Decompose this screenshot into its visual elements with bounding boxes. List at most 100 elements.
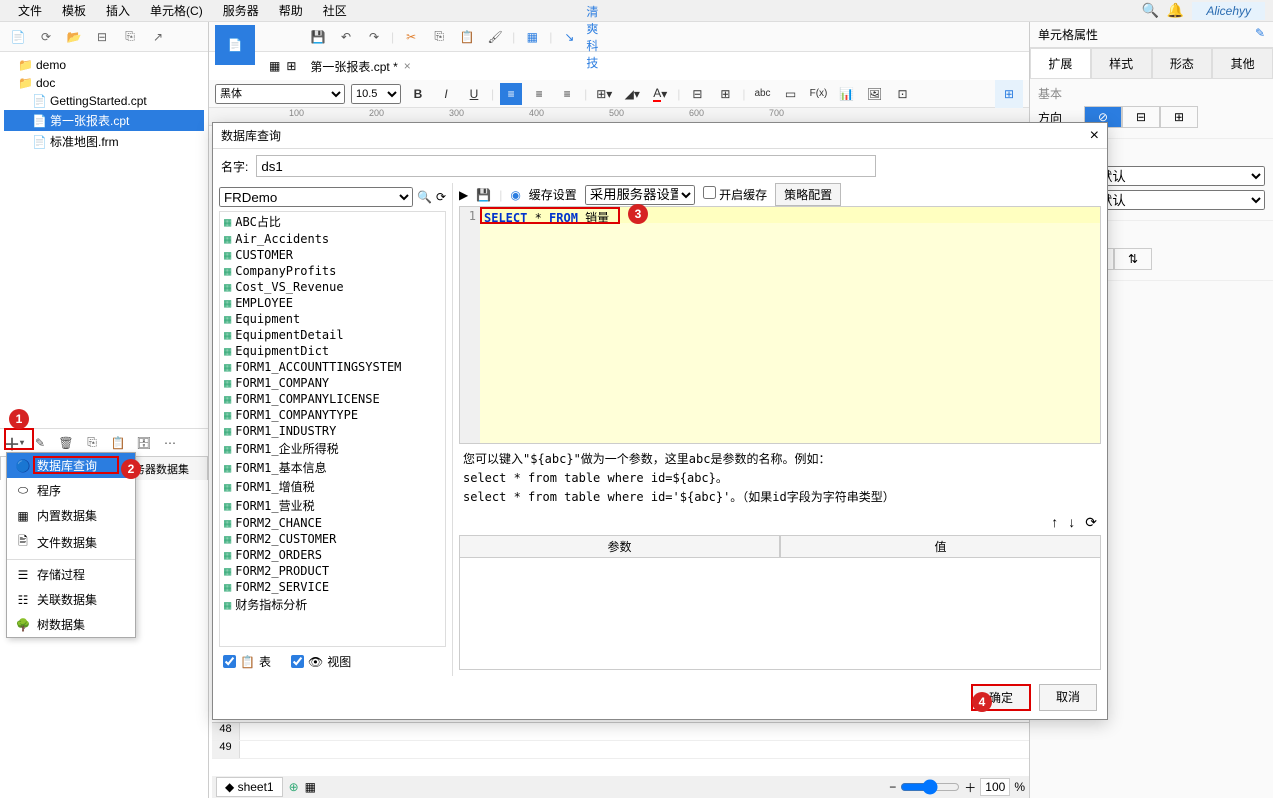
table-row[interactable]: ▦Equipment xyxy=(220,311,445,327)
tree-item[interactable]: 📄GettingStarted.cpt xyxy=(4,92,204,110)
search-icon[interactable]: 🔍 xyxy=(1141,2,1158,19)
align-center-icon[interactable]: ≡ xyxy=(528,83,550,105)
sql-run-icon[interactable]: ▶ xyxy=(459,188,468,202)
menu-template[interactable]: 模板 xyxy=(52,0,96,21)
sheet-menu-icon[interactable]: ▦ xyxy=(305,780,316,794)
table-row[interactable]: ▦EquipmentDetail xyxy=(220,327,445,343)
ds-menu-item[interactable]: ▦内置数据集 xyxy=(7,503,135,528)
align-right-icon[interactable]: ≡ xyxy=(556,83,578,105)
grid-row[interactable]: 49 xyxy=(212,741,1029,759)
param-down-icon[interactable]: ↓ xyxy=(1068,514,1075,531)
save-icon[interactable]: 💾 xyxy=(307,26,329,48)
tree-item[interactable]: 📁demo xyxy=(4,56,204,74)
zoom-out-icon[interactable]: − xyxy=(889,780,896,794)
cut-icon[interactable]: ✂ xyxy=(400,26,422,48)
ds-menu-item[interactable]: ☰存储过程 xyxy=(7,562,135,587)
chk-table[interactable]: 📋 表 xyxy=(223,653,271,670)
table-row[interactable]: ▦FORM2_ORDERS xyxy=(220,547,445,563)
sql-check-icon[interactable]: ◉ xyxy=(510,188,520,202)
menu-help[interactable]: 帮助 xyxy=(269,0,313,21)
close-tab-icon[interactable]: × xyxy=(404,59,411,73)
merge-icon[interactable]: ⊟ xyxy=(686,83,708,105)
copy-ds-icon[interactable]: ⎘ xyxy=(82,433,102,453)
pin-icon[interactable]: ✎ xyxy=(1255,26,1265,43)
ds-more-icon[interactable]: ⋯ xyxy=(160,433,180,453)
font-size-select[interactable]: 10.5 xyxy=(351,84,401,104)
paste-ds-icon[interactable]: 📋 xyxy=(108,433,128,453)
table-row[interactable]: ▦CompanyProfits xyxy=(220,263,445,279)
copy-icon[interactable]: ⎘ xyxy=(118,25,142,49)
table-row[interactable]: ▦ABC占比 xyxy=(220,212,445,231)
paste-icon[interactable]: 📋 xyxy=(456,26,478,48)
sql-save-icon[interactable]: 💾 xyxy=(476,188,491,202)
table-row[interactable]: ▦FORM2_PRODUCT xyxy=(220,563,445,579)
cache-select[interactable]: 采用服务器设置 xyxy=(585,185,695,205)
param-up-icon[interactable]: ↑ xyxy=(1051,514,1058,531)
widget-icon[interactable]: ▦ xyxy=(521,26,543,48)
table-row[interactable]: ▦CUSTOMER xyxy=(220,247,445,263)
dir-right-icon[interactable]: ⊞ xyxy=(1160,106,1198,128)
arrow-icon[interactable]: ↗ xyxy=(146,25,170,49)
open-folder-icon[interactable]: 📂 xyxy=(62,25,86,49)
table-row[interactable]: ▦财务指标分析 xyxy=(220,595,445,614)
grid-row[interactable]: 48 xyxy=(212,723,1029,741)
zoom-slider[interactable] xyxy=(900,779,960,795)
italic-icon[interactable]: I xyxy=(435,83,457,105)
table-row[interactable]: ▦FORM2_CHANCE xyxy=(220,515,445,531)
ds-menu-item[interactable]: 🖹文件数据集 xyxy=(7,528,135,557)
refresh-icon[interactable]: ⟳ xyxy=(34,25,58,49)
up-parent-select[interactable]: 默认 xyxy=(1094,190,1265,210)
cache-enable-check[interactable]: 开启缓存 xyxy=(703,186,767,203)
tree-item[interactable]: 📁doc xyxy=(4,74,204,92)
param-table[interactable] xyxy=(459,558,1101,670)
table-row[interactable]: ▦FORM1_COMPANYLICENSE xyxy=(220,391,445,407)
formula-icon[interactable]: F(x) xyxy=(808,83,830,105)
tab-form[interactable]: 形态 xyxy=(1152,48,1213,79)
datasource-select[interactable]: FRDemo xyxy=(219,187,413,207)
subform-icon[interactable]: ⊡ xyxy=(892,83,914,105)
menu-server[interactable]: 服务器 xyxy=(213,0,269,21)
cell-icon[interactable]: ▭ xyxy=(780,83,802,105)
font-color-icon[interactable]: A▾ xyxy=(649,83,671,105)
menu-insert[interactable]: 插入 xyxy=(96,0,140,21)
tab-expand[interactable]: 扩展 xyxy=(1030,48,1091,79)
table-row[interactable]: ▦FORM2_SERVICE xyxy=(220,579,445,595)
sheet-tab[interactable]: ◆ sheet1 xyxy=(216,777,283,797)
menu-file[interactable]: 文件 xyxy=(8,0,52,21)
table-row[interactable]: ▦FORM1_ACCOUNTTINGSYSTEM xyxy=(220,359,445,375)
format-paint-icon[interactable]: 🖌 xyxy=(484,26,506,48)
add-dataset-button[interactable]: ＋▾ xyxy=(4,433,24,453)
ds-search-icon[interactable]: 🔍 xyxy=(417,190,432,204)
border-icon[interactable]: ⊞▾ xyxy=(593,83,615,105)
table-row[interactable]: ▦FORM1_COMPANY xyxy=(220,375,445,391)
dir-down-icon[interactable]: ⊟ xyxy=(1122,106,1160,128)
unmerge-icon[interactable]: ⊞ xyxy=(714,83,736,105)
tab-other[interactable]: 其他 xyxy=(1212,48,1273,79)
tree-item[interactable]: 📄标准地图.frm xyxy=(4,131,204,152)
dataset-name-input[interactable] xyxy=(256,155,876,177)
align-left-icon[interactable]: ≡ xyxy=(500,83,522,105)
table-row[interactable]: ▦Cost_VS_Revenue xyxy=(220,279,445,295)
table-row[interactable]: ▦EquipmentDict xyxy=(220,343,445,359)
table-row[interactable]: ▦FORM1_增值税 xyxy=(220,477,445,496)
redo-icon[interactable]: ↷ xyxy=(363,26,385,48)
fill-color-icon[interactable]: ◢▾ xyxy=(621,83,643,105)
document-tab[interactable]: 第一张报表.cpt * × xyxy=(302,56,418,77)
ds-menu-item[interactable]: ⬭程序 xyxy=(7,478,135,503)
view1-icon[interactable]: ▦ xyxy=(269,59,280,73)
param-refresh-icon[interactable]: ⟳ xyxy=(1085,514,1097,531)
collapse-icon[interactable]: ⊟ xyxy=(90,25,114,49)
table-row[interactable]: ▦FORM1_营业税 xyxy=(220,496,445,515)
table-list[interactable]: ▦ABC占比▦Air_Accidents▦CUSTOMER▦CompanyPro… xyxy=(219,211,446,647)
table-row[interactable]: ▦FORM1_企业所得税 xyxy=(220,439,445,458)
new-file-icon[interactable]: 📄 xyxy=(6,25,30,49)
undo-icon[interactable]: ↶ xyxy=(335,26,357,48)
table-row[interactable]: ▦Air_Accidents xyxy=(220,231,445,247)
copy2-icon[interactable]: ⎘ xyxy=(428,26,450,48)
ds-menu-item[interactable]: 🔵数据库查询 xyxy=(7,453,135,478)
delete-icon[interactable]: 🗑 xyxy=(56,433,76,453)
edit-icon[interactable]: ✎ xyxy=(30,433,50,453)
tree-item[interactable]: 📄第一张报表.cpt xyxy=(4,110,204,131)
chart-icon[interactable]: 📊 xyxy=(836,83,858,105)
db-icon[interactable]: 🗄 xyxy=(134,433,154,453)
